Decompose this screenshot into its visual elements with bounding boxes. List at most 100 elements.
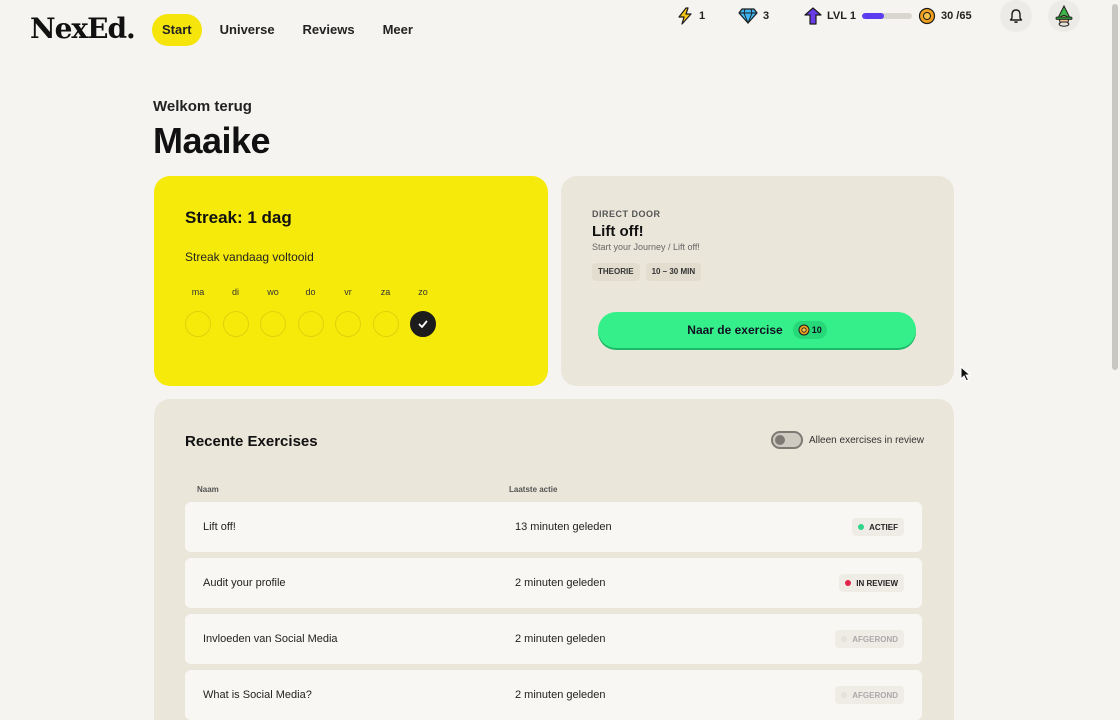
reward-badge: 10: [792, 321, 827, 339]
mouse-cursor-icon: [960, 366, 972, 382]
streak-day-wo: wo: [260, 287, 286, 337]
row-name: Lift off!: [203, 521, 236, 533]
status-badge: AFGEROND: [835, 686, 904, 704]
day-circle: [335, 311, 361, 337]
cta-label: Naar de exercise: [687, 323, 783, 337]
day-circle: [372, 311, 399, 337]
status-dot: [858, 524, 865, 530]
nav-item-reviews[interactable]: Reviews: [293, 14, 365, 46]
user-avatar[interactable]: [1048, 0, 1080, 32]
streak-day-ma: ma: [185, 287, 211, 337]
go-to-exercise-button[interactable]: Naar de exercise 10: [598, 312, 916, 348]
streak-day-zo: zo: [410, 287, 436, 337]
row-time: 2 minuten geleden: [515, 633, 606, 645]
status-text: IN REVIEW: [856, 578, 898, 588]
direct-door-card: DIRECT DOOR Lift off! Start your Journey…: [561, 176, 954, 386]
column-header-last-action: Laatste actie: [509, 485, 558, 494]
status-dot: [845, 580, 852, 586]
welcome-text: Welkom terug: [153, 98, 252, 115]
day-circle-done: [410, 311, 436, 337]
streak-day-vr: vr: [335, 287, 361, 337]
streak-day-di: di: [222, 287, 249, 337]
day-label: ma: [191, 287, 205, 297]
day-label: wo: [267, 287, 279, 297]
gems-stat[interactable]: 3: [738, 0, 769, 32]
page-scrollbar[interactable]: [1112, 4, 1118, 370]
direct-door-title: Lift off!: [592, 223, 644, 240]
row-time: 2 minuten geleden: [515, 577, 606, 589]
day-label: za: [380, 287, 391, 297]
column-header-name: Naam: [197, 485, 219, 494]
status-badge: AFGEROND: [835, 630, 904, 648]
direct-door-path: Start your Journey / Lift off!: [592, 242, 700, 252]
status-badge: ACTIEF: [852, 518, 904, 536]
day-label: zo: [418, 287, 428, 297]
energy-count: 1: [699, 10, 706, 22]
streak-subtitle: Streak vandaag voltooid: [185, 250, 314, 264]
nav-item-meer[interactable]: Meer: [373, 14, 423, 46]
coin-icon: [918, 7, 936, 25]
main-nav: Start Universe Reviews Meer: [152, 14, 431, 46]
day-circle: [185, 311, 211, 337]
direct-door-chips: THEORIE 10 – 30 MIN: [592, 263, 702, 281]
level-stat[interactable]: LVL 1: [804, 0, 912, 32]
status-text: ACTIEF: [869, 522, 898, 532]
day-label: do: [305, 287, 316, 297]
day-circle: [297, 311, 324, 337]
logo[interactable]: NexEd.: [30, 12, 136, 45]
reward-amount: 10: [811, 325, 822, 335]
day-circle: [260, 311, 286, 337]
review-filter-toggle-wrap: Alleen exercises in review: [770, 431, 924, 449]
streak-day-do: do: [297, 287, 324, 337]
gems-count: 3: [763, 10, 770, 22]
check-icon: [418, 320, 428, 328]
row-name: Invloeden van Social Media: [203, 633, 338, 645]
bell-icon: [1009, 9, 1023, 23]
top-bar: NexEd. Start Universe Reviews Meer 1 3 L…: [0, 0, 1120, 62]
level-up-icon: [804, 7, 822, 25]
chip-duration: 10 – 30 MIN: [645, 263, 702, 281]
streak-title: Streak: 1 dag: [185, 208, 292, 227]
coins-stat[interactable]: 30 /65: [918, 0, 972, 32]
table-row[interactable]: Audit your profile 2 minuten geleden IN …: [185, 558, 922, 608]
day-label: vr: [344, 287, 352, 297]
energy-stat[interactable]: 1: [676, 0, 705, 32]
lightning-icon: [678, 7, 692, 25]
toggle-knob: [774, 435, 785, 445]
status-dot: [841, 692, 848, 698]
table-row[interactable]: Invloeden van Social Media 2 minuten gel…: [185, 614, 922, 664]
row-name: What is Social Media?: [203, 689, 312, 701]
row-name: Audit your profile: [203, 577, 286, 589]
level-progress-fill: [861, 13, 885, 19]
status-text: AFGEROND: [852, 690, 898, 700]
coins-count: 30 /65: [941, 10, 972, 22]
streak-day-za: za: [372, 287, 399, 337]
day-label: di: [231, 287, 239, 297]
status-dot: [841, 636, 848, 642]
chip-type: THEORIE: [592, 263, 640, 281]
direct-door-kicker: DIRECT DOOR: [592, 209, 661, 219]
logo-text: NexEd: [30, 12, 127, 45]
recent-exercises-card: Recente Exercises Alleen exercises in re…: [154, 399, 954, 720]
coin-icon: [798, 324, 810, 336]
row-time: 13 minuten geleden: [515, 521, 612, 533]
review-filter-label: Alleen exercises in review: [808, 434, 924, 446]
level-progress-bar: [861, 13, 912, 19]
review-filter-toggle[interactable]: [770, 431, 803, 449]
status-badge: IN REVIEW: [839, 574, 904, 592]
user-name-heading: Maaike: [153, 120, 271, 161]
recent-exercises-title: Recente Exercises: [185, 433, 318, 450]
row-time: 2 minuten geleden: [515, 689, 606, 701]
table-row[interactable]: Lift off! 13 minuten geleden ACTIEF: [185, 502, 922, 552]
diamond-icon: [738, 8, 758, 25]
avatar-wizard-icon: [1055, 4, 1073, 27]
table-row[interactable]: What is Social Media? 2 minuten geleden …: [185, 670, 922, 720]
nav-item-start[interactable]: Start: [152, 14, 202, 46]
streak-card: Streak: 1 dag Streak vandaag voltooid ma…: [154, 176, 548, 386]
logo-dot: .: [126, 12, 136, 45]
day-circle: [222, 311, 249, 337]
notifications-button[interactable]: [1000, 0, 1032, 32]
nav-item-universe[interactable]: Universe: [210, 14, 285, 46]
status-text: AFGEROND: [852, 634, 898, 644]
level-label: LVL 1: [827, 10, 856, 22]
